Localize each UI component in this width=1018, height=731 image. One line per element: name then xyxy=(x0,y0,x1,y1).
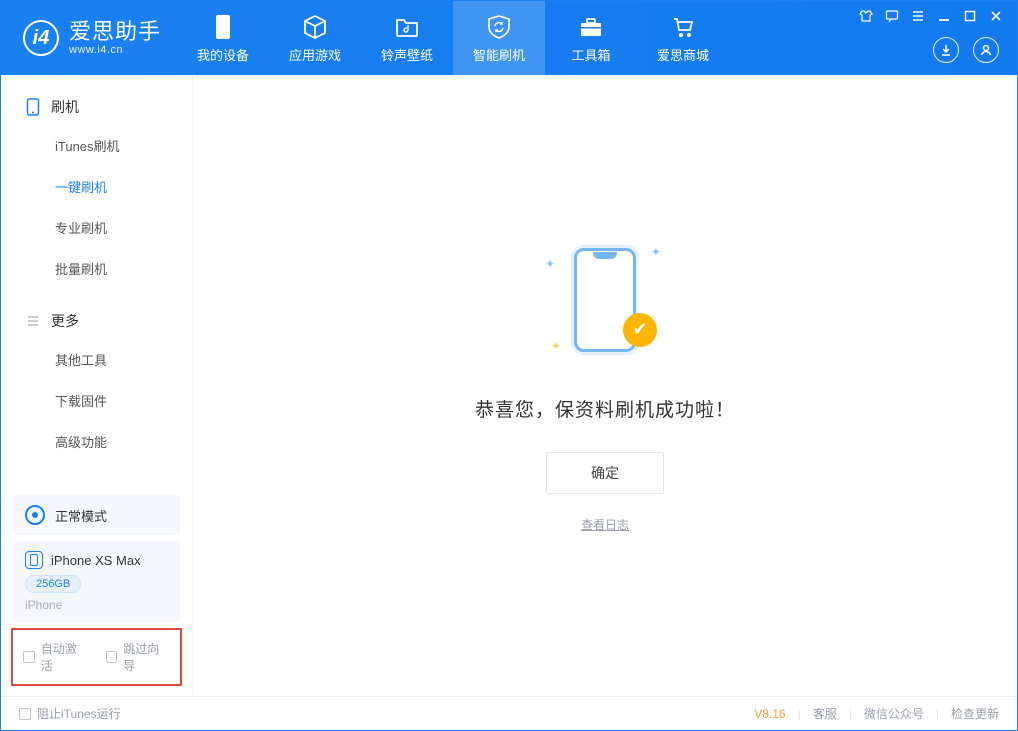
feedback-icon[interactable] xyxy=(883,7,901,25)
device-storage: 256GB xyxy=(25,575,81,593)
logo-text: 爱思助手 www.i4.cn xyxy=(69,19,161,57)
music-folder-icon xyxy=(395,13,419,41)
device-name: iPhone XS Max xyxy=(51,553,141,568)
checkbox-block-itunes[interactable]: 阻止iTunes运行 xyxy=(19,705,121,722)
sidebar-item-pro-flash[interactable]: 专业刷机 xyxy=(1,207,192,248)
sidebar-item-batch-flash[interactable]: 批量刷机 xyxy=(1,248,192,289)
device-type: iPhone xyxy=(25,598,168,612)
link-check-update[interactable]: 检查更新 xyxy=(951,705,999,722)
list-icon xyxy=(25,313,41,329)
account-button[interactable] xyxy=(973,37,999,63)
skin-icon[interactable] xyxy=(857,7,875,25)
nav-label: 智能刷机 xyxy=(473,45,525,64)
sidebar-head-label: 更多 xyxy=(51,311,79,331)
main-panel: ✦ ✦ ✦ ✔ 恭喜您，保资料刷机成功啦！ 确定 查看日志 xyxy=(193,75,1017,696)
success-message: 恭喜您，保资料刷机成功啦！ xyxy=(475,395,735,422)
device-icon xyxy=(25,99,41,115)
link-support[interactable]: 客服 xyxy=(813,705,837,722)
sidebar-bottom: 正常模式 iPhone XS Max 256GB iPhone 自动激活 跳过向… xyxy=(1,489,192,696)
nav-toolbox[interactable]: 工具箱 xyxy=(545,1,637,75)
menu-icon[interactable] xyxy=(909,7,927,25)
top-nav: 我的设备 应用游戏 铃声壁纸 智能刷机 工具箱 爱思商城 xyxy=(177,1,729,75)
sidebar-item-itunes-flash[interactable]: iTunes刷机 xyxy=(1,125,192,166)
mode-label: 正常模式 xyxy=(55,506,107,525)
ok-button[interactable]: 确定 xyxy=(546,452,664,494)
close-button[interactable] xyxy=(987,7,1005,25)
cube-icon xyxy=(302,13,328,41)
nav-label: 应用游戏 xyxy=(289,45,341,64)
nav-store[interactable]: 爱思商城 xyxy=(637,1,729,75)
sidebar: 刷机 iTunes刷机 一键刷机 专业刷机 批量刷机 更多 其他工具 下载固件 … xyxy=(1,75,193,696)
success-check-icon: ✔ xyxy=(623,313,657,347)
refresh-shield-icon xyxy=(486,13,512,41)
link-wechat[interactable]: 微信公众号 xyxy=(864,705,924,722)
app-body: 刷机 iTunes刷机 一键刷机 专业刷机 批量刷机 更多 其他工具 下载固件 … xyxy=(1,75,1017,696)
success-illustration: ✦ ✦ ✦ ✔ xyxy=(545,239,665,359)
phone-icon xyxy=(213,13,233,41)
nav-apps[interactable]: 应用游戏 xyxy=(269,1,361,75)
sparkle-icon: ✦ xyxy=(551,339,561,353)
app-subtitle: www.i4.cn xyxy=(69,44,161,57)
mode-icon xyxy=(25,505,45,525)
checkbox-auto-activate[interactable]: 自动激活 xyxy=(23,640,88,674)
sparkle-icon: ✦ xyxy=(651,245,661,259)
download-button[interactable] xyxy=(933,37,959,63)
nav-flash[interactable]: 智能刷机 xyxy=(453,1,545,75)
maximize-button[interactable] xyxy=(961,7,979,25)
nav-label: 爱思商城 xyxy=(657,45,709,64)
nav-label: 工具箱 xyxy=(572,45,611,64)
version-label: V8.16 xyxy=(754,707,785,721)
device-mode-box[interactable]: 正常模式 xyxy=(13,495,180,535)
sidebar-item-download-firmware[interactable]: 下载固件 xyxy=(1,380,192,421)
view-log-link[interactable]: 查看日志 xyxy=(581,516,629,533)
checkbox-skip-guide[interactable]: 跳过向导 xyxy=(106,640,171,674)
sidebar-item-advanced[interactable]: 高级功能 xyxy=(1,421,192,462)
nav-my-device[interactable]: 我的设备 xyxy=(177,1,269,75)
nav-label: 我的设备 xyxy=(197,45,249,64)
toolbox-icon xyxy=(578,13,604,41)
sidebar-item-oneclick-flash[interactable]: 一键刷机 xyxy=(1,166,192,207)
sidebar-head-label: 刷机 xyxy=(51,97,79,117)
cart-icon xyxy=(670,13,696,41)
logo-icon: i4 xyxy=(23,20,59,56)
sidebar-head-more: 更多 xyxy=(1,311,192,339)
device-info-box[interactable]: iPhone XS Max 256GB iPhone xyxy=(13,541,180,622)
flash-result: ✦ ✦ ✦ ✔ 恭喜您，保资料刷机成功啦！ 确定 查看日志 xyxy=(475,239,735,533)
nav-label: 铃声壁纸 xyxy=(381,45,433,64)
sidebar-group-more: 更多 其他工具 下载固件 高级功能 xyxy=(1,289,192,462)
sparkle-icon: ✦ xyxy=(545,257,555,271)
sidebar-group-flash: 刷机 iTunes刷机 一键刷机 专业刷机 批量刷机 xyxy=(1,75,192,289)
app-logo: i4 爱思助手 www.i4.cn xyxy=(1,1,177,75)
header-actions xyxy=(933,37,999,63)
sidebar-head-flash: 刷机 xyxy=(1,97,192,125)
app-title: 爱思助手 xyxy=(69,19,161,44)
status-right: V8.16 | 客服 | 微信公众号 | 检查更新 xyxy=(754,705,999,722)
minimize-button[interactable] xyxy=(935,7,953,25)
sidebar-item-other-tools[interactable]: 其他工具 xyxy=(1,339,192,380)
status-bar: 阻止iTunes运行 V8.16 | 客服 | 微信公众号 | 检查更新 xyxy=(1,696,1017,730)
nav-ringtones[interactable]: 铃声壁纸 xyxy=(361,1,453,75)
highlighted-options: 自动激活 跳过向导 xyxy=(11,628,182,686)
phone-small-icon xyxy=(25,551,43,569)
app-header: i4 爱思助手 www.i4.cn 我的设备 应用游戏 铃声壁纸 智能刷机 工具… xyxy=(1,1,1017,75)
window-controls xyxy=(857,7,1005,25)
